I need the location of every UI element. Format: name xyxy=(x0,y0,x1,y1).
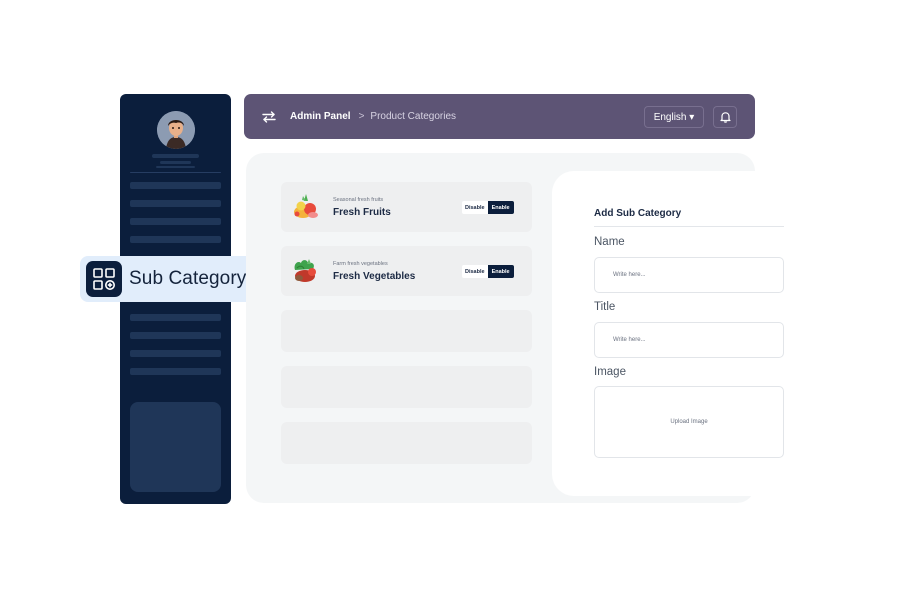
form-title: Add Sub Category xyxy=(594,208,682,219)
vegetables-icon xyxy=(291,256,321,286)
add-sub-category-form: Add Sub Category Name Write here... Titl… xyxy=(552,171,784,496)
sidebar-item[interactable] xyxy=(130,200,221,207)
form-divider xyxy=(594,226,784,227)
profile-role-placeholder xyxy=(160,161,191,164)
breadcrumb-current: Product Categories xyxy=(370,111,457,122)
category-card-placeholder xyxy=(281,310,532,352)
title-input[interactable]: Write here... xyxy=(594,322,784,358)
category-card-placeholder xyxy=(281,366,532,408)
sidebar-item[interactable] xyxy=(130,350,221,357)
swap-arrows-icon[interactable] xyxy=(262,110,276,124)
category-title: Fresh Fruits xyxy=(333,207,391,218)
name-label: Name xyxy=(594,236,625,248)
enable-button[interactable]: Enable xyxy=(487,201,514,214)
breadcrumb-admin-panel[interactable]: Admin Panel xyxy=(290,111,351,122)
category-card-placeholder xyxy=(281,422,532,464)
sidebar-item[interactable] xyxy=(130,314,221,321)
status-toggle[interactable]: Disable Enable xyxy=(462,265,514,278)
notification-button[interactable] xyxy=(713,106,737,128)
image-label: Image xyxy=(594,366,626,378)
category-grid-add-icon xyxy=(86,261,122,297)
profile-email-placeholder xyxy=(156,166,195,168)
status-toggle[interactable]: Disable Enable xyxy=(462,201,514,214)
sub-category-label: Sub Category xyxy=(129,268,247,289)
image-upload-area[interactable]: Upload Image xyxy=(594,386,784,458)
category-card-vegetables[interactable]: Farm fresh vegetables Fresh Vegetables D… xyxy=(281,246,532,296)
sidebar-item[interactable] xyxy=(130,368,221,375)
sidebar-divider xyxy=(130,172,221,173)
category-subtitle: Farm fresh vegetables xyxy=(333,261,388,267)
bell-icon xyxy=(719,112,731,123)
category-subtitle: Seasonal fresh fruits xyxy=(333,197,384,203)
sidebar-promo-card xyxy=(130,402,221,492)
user-avatar[interactable] xyxy=(157,111,195,149)
enable-button[interactable]: Enable xyxy=(487,265,514,278)
name-input[interactable]: Write here... xyxy=(594,257,784,293)
category-title: Fresh Vegetables xyxy=(333,271,416,282)
language-selector[interactable]: English ▾ xyxy=(644,106,704,128)
fruits-icon xyxy=(291,192,321,222)
disable-button[interactable]: Disable xyxy=(462,265,488,278)
disable-button[interactable]: Disable xyxy=(462,201,488,214)
sub-category-menu-item[interactable]: Sub Category xyxy=(80,256,268,302)
profile-name-placeholder xyxy=(152,154,199,158)
title-label: Title xyxy=(594,301,616,313)
sidebar-item[interactable] xyxy=(130,332,221,339)
sidebar-item[interactable] xyxy=(130,182,221,189)
sidebar-item[interactable] xyxy=(130,236,221,243)
category-card-fruits[interactable]: Seasonal fresh fruits Fresh Fruits Disab… xyxy=(281,182,532,232)
sidebar-item[interactable] xyxy=(130,218,221,225)
top-header: Admin Panel > Product Categories English… xyxy=(244,94,755,139)
breadcrumb-separator: > xyxy=(358,111,365,122)
